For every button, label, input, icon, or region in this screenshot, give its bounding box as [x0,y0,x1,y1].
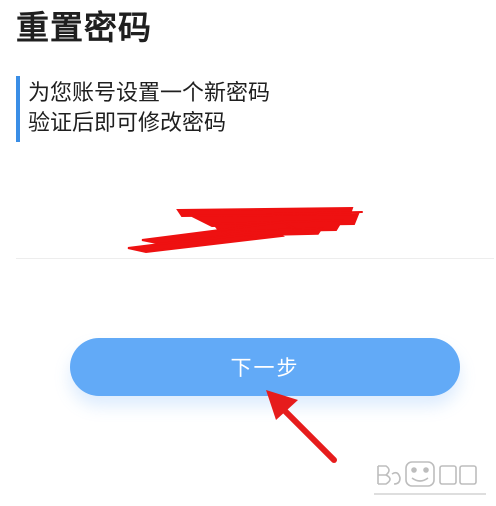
redaction-scribble [127,206,363,254]
page-title: 重置密码 [16,8,152,47]
baidu-jingyan-watermark-icon [374,461,486,495]
info-line-1: 为您账号设置一个新密码 [28,81,271,106]
info-line-2: 验证后即可修改密码 [28,111,227,136]
annotation-arrow-icon [266,390,337,463]
info-block: 为您账号设置一个新密码 验证后即可修改密码 [16,76,336,142]
divider [16,258,494,259]
accent-bar [16,76,20,142]
